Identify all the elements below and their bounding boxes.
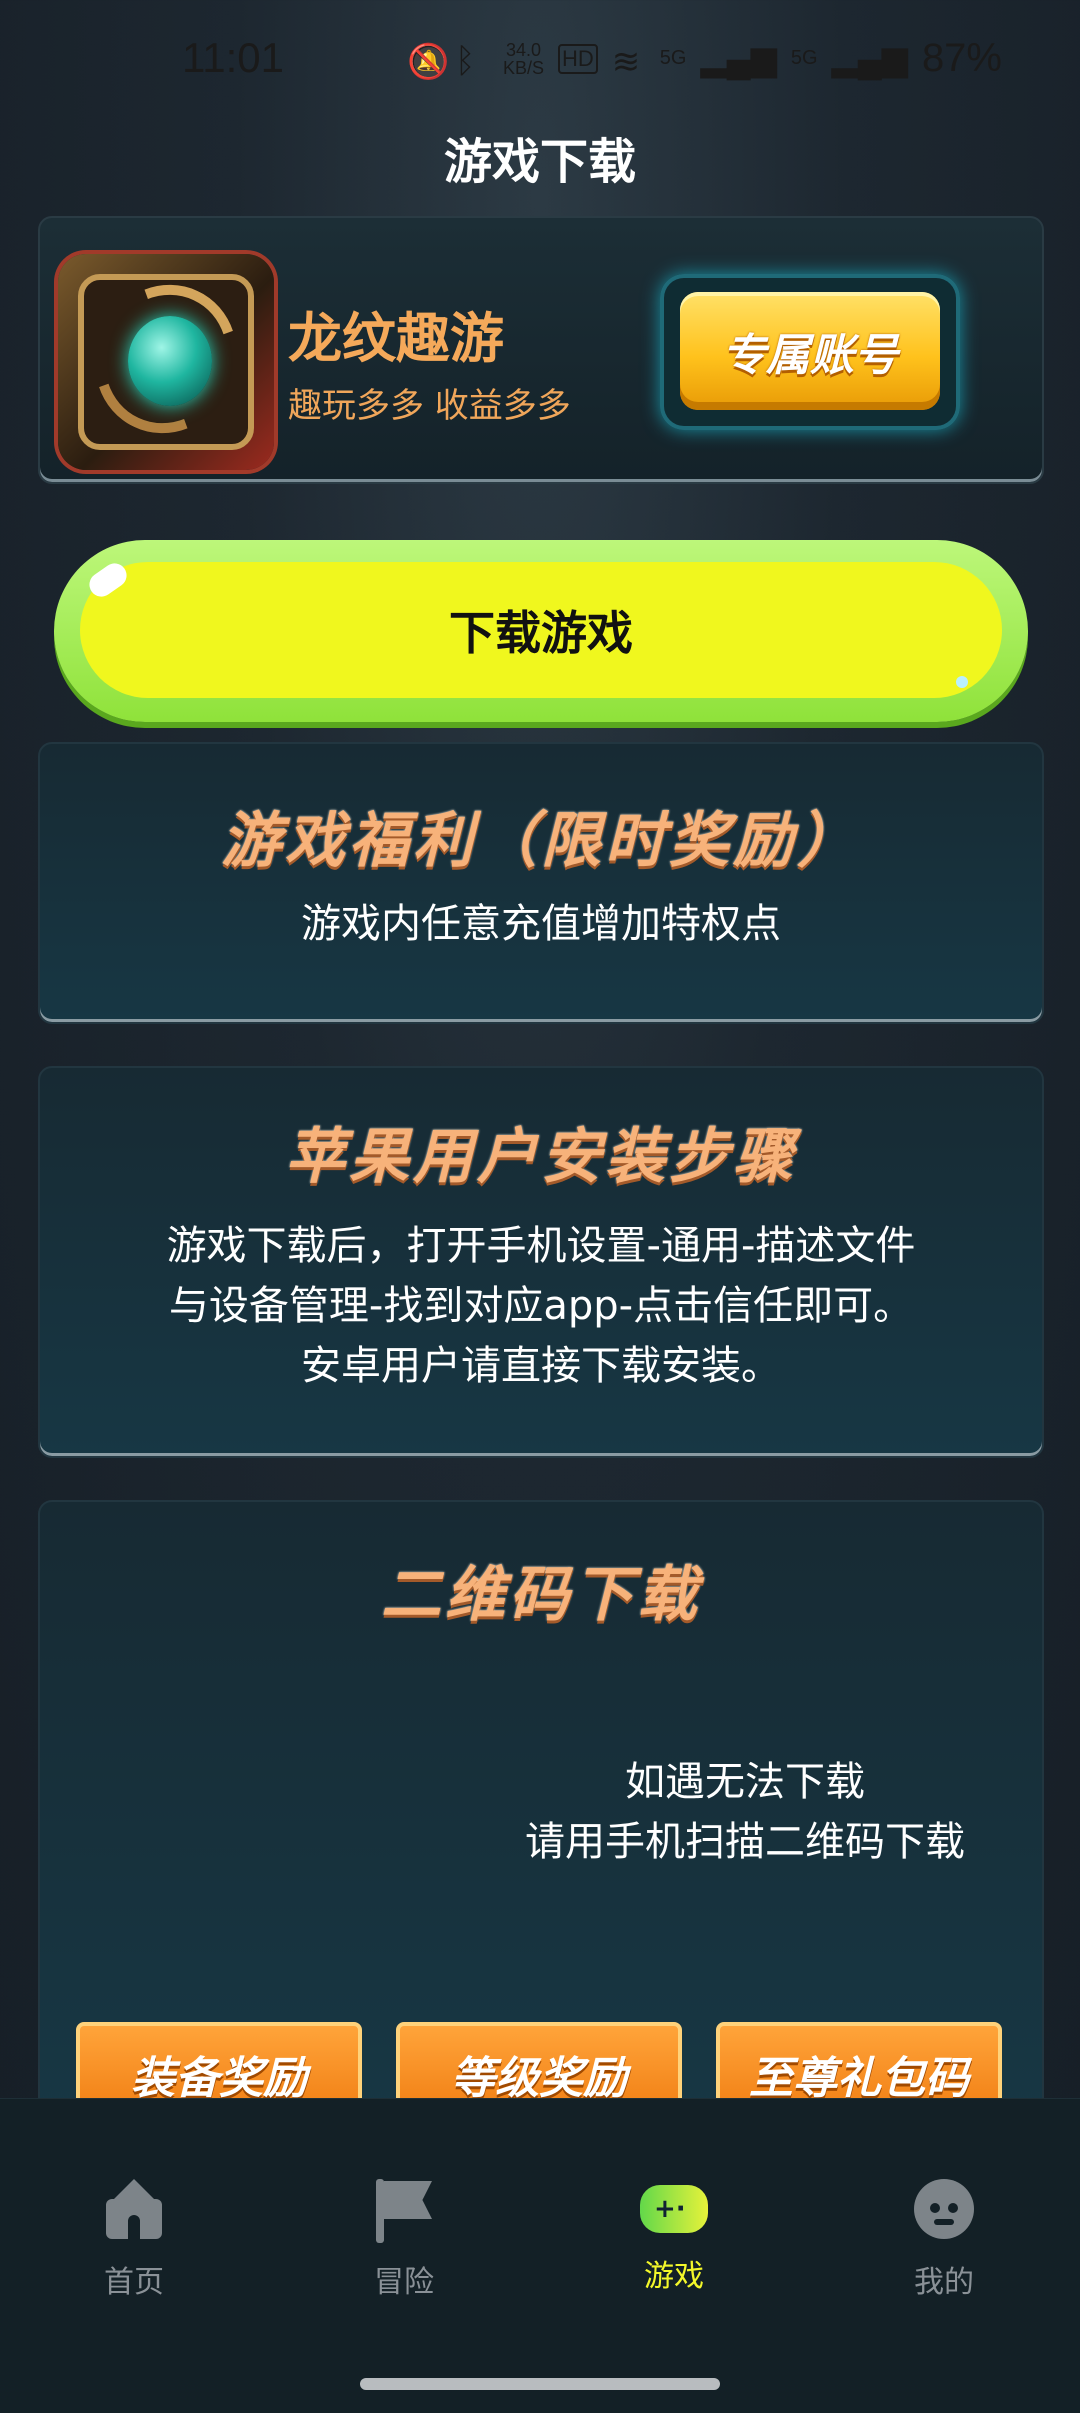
qr-title: 二维码下载 — [381, 1560, 701, 1630]
ios-install-line: 与设备管理-找到对应app-点击信任即可。 — [168, 1283, 914, 1329]
status-icons: 🔕 ᛒ 34.0 KB/S HD ≋ 5G ▂▄▆ 5G ▂▄▆ 87% — [407, 36, 1002, 81]
home-icon — [102, 2179, 166, 2239]
ios-install-line: 安卓用户请直接下载安装。 — [301, 1343, 781, 1389]
bluetooth-icon: ᛒ — [454, 41, 476, 80]
benefits-title: 游戏福利（限时奖励） — [221, 806, 861, 876]
game-card: 龙纹趣游 趣玩多多 收益多多 专属账号 — [38, 216, 1044, 484]
signal-5g-2: 5G — [790, 47, 818, 69]
page-title: 游戏下载 — [443, 134, 636, 190]
download-game-button[interactable]: 下载游戏 — [54, 540, 1028, 722]
ios-install-line: 游戏下载后，打开手机设置-通用-描述文件 — [166, 1223, 916, 1269]
signal-icon: ▂▄▆ — [700, 39, 777, 78]
ios-install-text: 游戏下载后，打开手机设置-通用-描述文件 与设备管理-找到对应app-点击信任即… — [40, 1216, 1042, 1396]
qr-hint: 如遇无法下载 请用手机扫描二维码下载 — [470, 1752, 1020, 1872]
nav-item-games[interactable]: +· 游戏 — [574, 2179, 774, 2295]
signal-5g-1: 5G — [659, 47, 687, 69]
flag-icon — [372, 2179, 436, 2243]
ios-install-card: 苹果用户安装步骤 游戏下载后，打开手机设置-通用-描述文件 与设备管理-找到对应… — [38, 1066, 1044, 1458]
benefits-text: 游戏内任意充值增加特权点 — [301, 901, 781, 947]
game-name: 龙纹趣游 — [288, 307, 504, 370]
benefits-card: 游戏福利（限时奖励） 游戏内任意充值增加特权点 — [38, 742, 1044, 1024]
hd-icon: HD — [558, 43, 598, 74]
profile-icon — [914, 2179, 974, 2239]
gamepad-icon: +· — [640, 2185, 708, 2233]
qr-download-card: 二维码下载 如遇无法下载 请用手机扫描二维码下载 装备奖励 等级奖励 至尊礼包码 — [38, 1500, 1044, 2122]
nav-label: 游戏 — [644, 2259, 704, 2294]
exclusive-account-button[interactable]: 专属账号 — [660, 274, 960, 430]
nav-item-profile[interactable]: 我的 — [844, 2179, 1044, 2301]
qr-hint-line: 请用手机扫描二维码下载 — [525, 1819, 965, 1865]
nav-label: 冒险 — [374, 2265, 434, 2300]
network-speed-value: 34.0 — [505, 39, 541, 60]
status-bar: 11:01 🔕 ᛒ 34.0 KB/S HD ≋ 5G ▂▄▆ 5G ▂▄▆ 8… — [0, 0, 1080, 120]
signal-icon-2: ▂▄▆ — [831, 39, 908, 78]
network-speed: 34.0 KB/S — [503, 41, 544, 77]
home-indicator[interactable] — [360, 2378, 720, 2390]
nav-label: 我的 — [914, 2265, 974, 2300]
nav-item-home[interactable]: 首页 — [34, 2179, 234, 2301]
nav-label: 首页 — [104, 2265, 164, 2300]
wifi-icon: ≋ — [611, 42, 641, 81]
mute-icon: 🔕 — [406, 42, 450, 81]
game-slogan: 趣玩多多 收益多多 — [288, 386, 571, 426]
network-speed-unit: KB/S — [502, 57, 544, 78]
bottom-nav: 首页 冒险 +· 游戏 我的 — [0, 2098, 1080, 2413]
battery-level: 87% — [921, 36, 1002, 80]
exclusive-account-label: 专属账号 — [680, 292, 940, 410]
status-time: 11:01 — [182, 34, 284, 81]
nav-item-adventure[interactable]: 冒险 — [304, 2179, 504, 2301]
button-sparkle — [956, 676, 968, 688]
ios-install-title: 苹果用户安装步骤 — [285, 1122, 797, 1192]
download-game-label: 下载游戏 — [80, 562, 1002, 698]
game-logo-icon — [58, 254, 274, 470]
qr-hint-line: 如遇无法下载 — [625, 1759, 865, 1805]
